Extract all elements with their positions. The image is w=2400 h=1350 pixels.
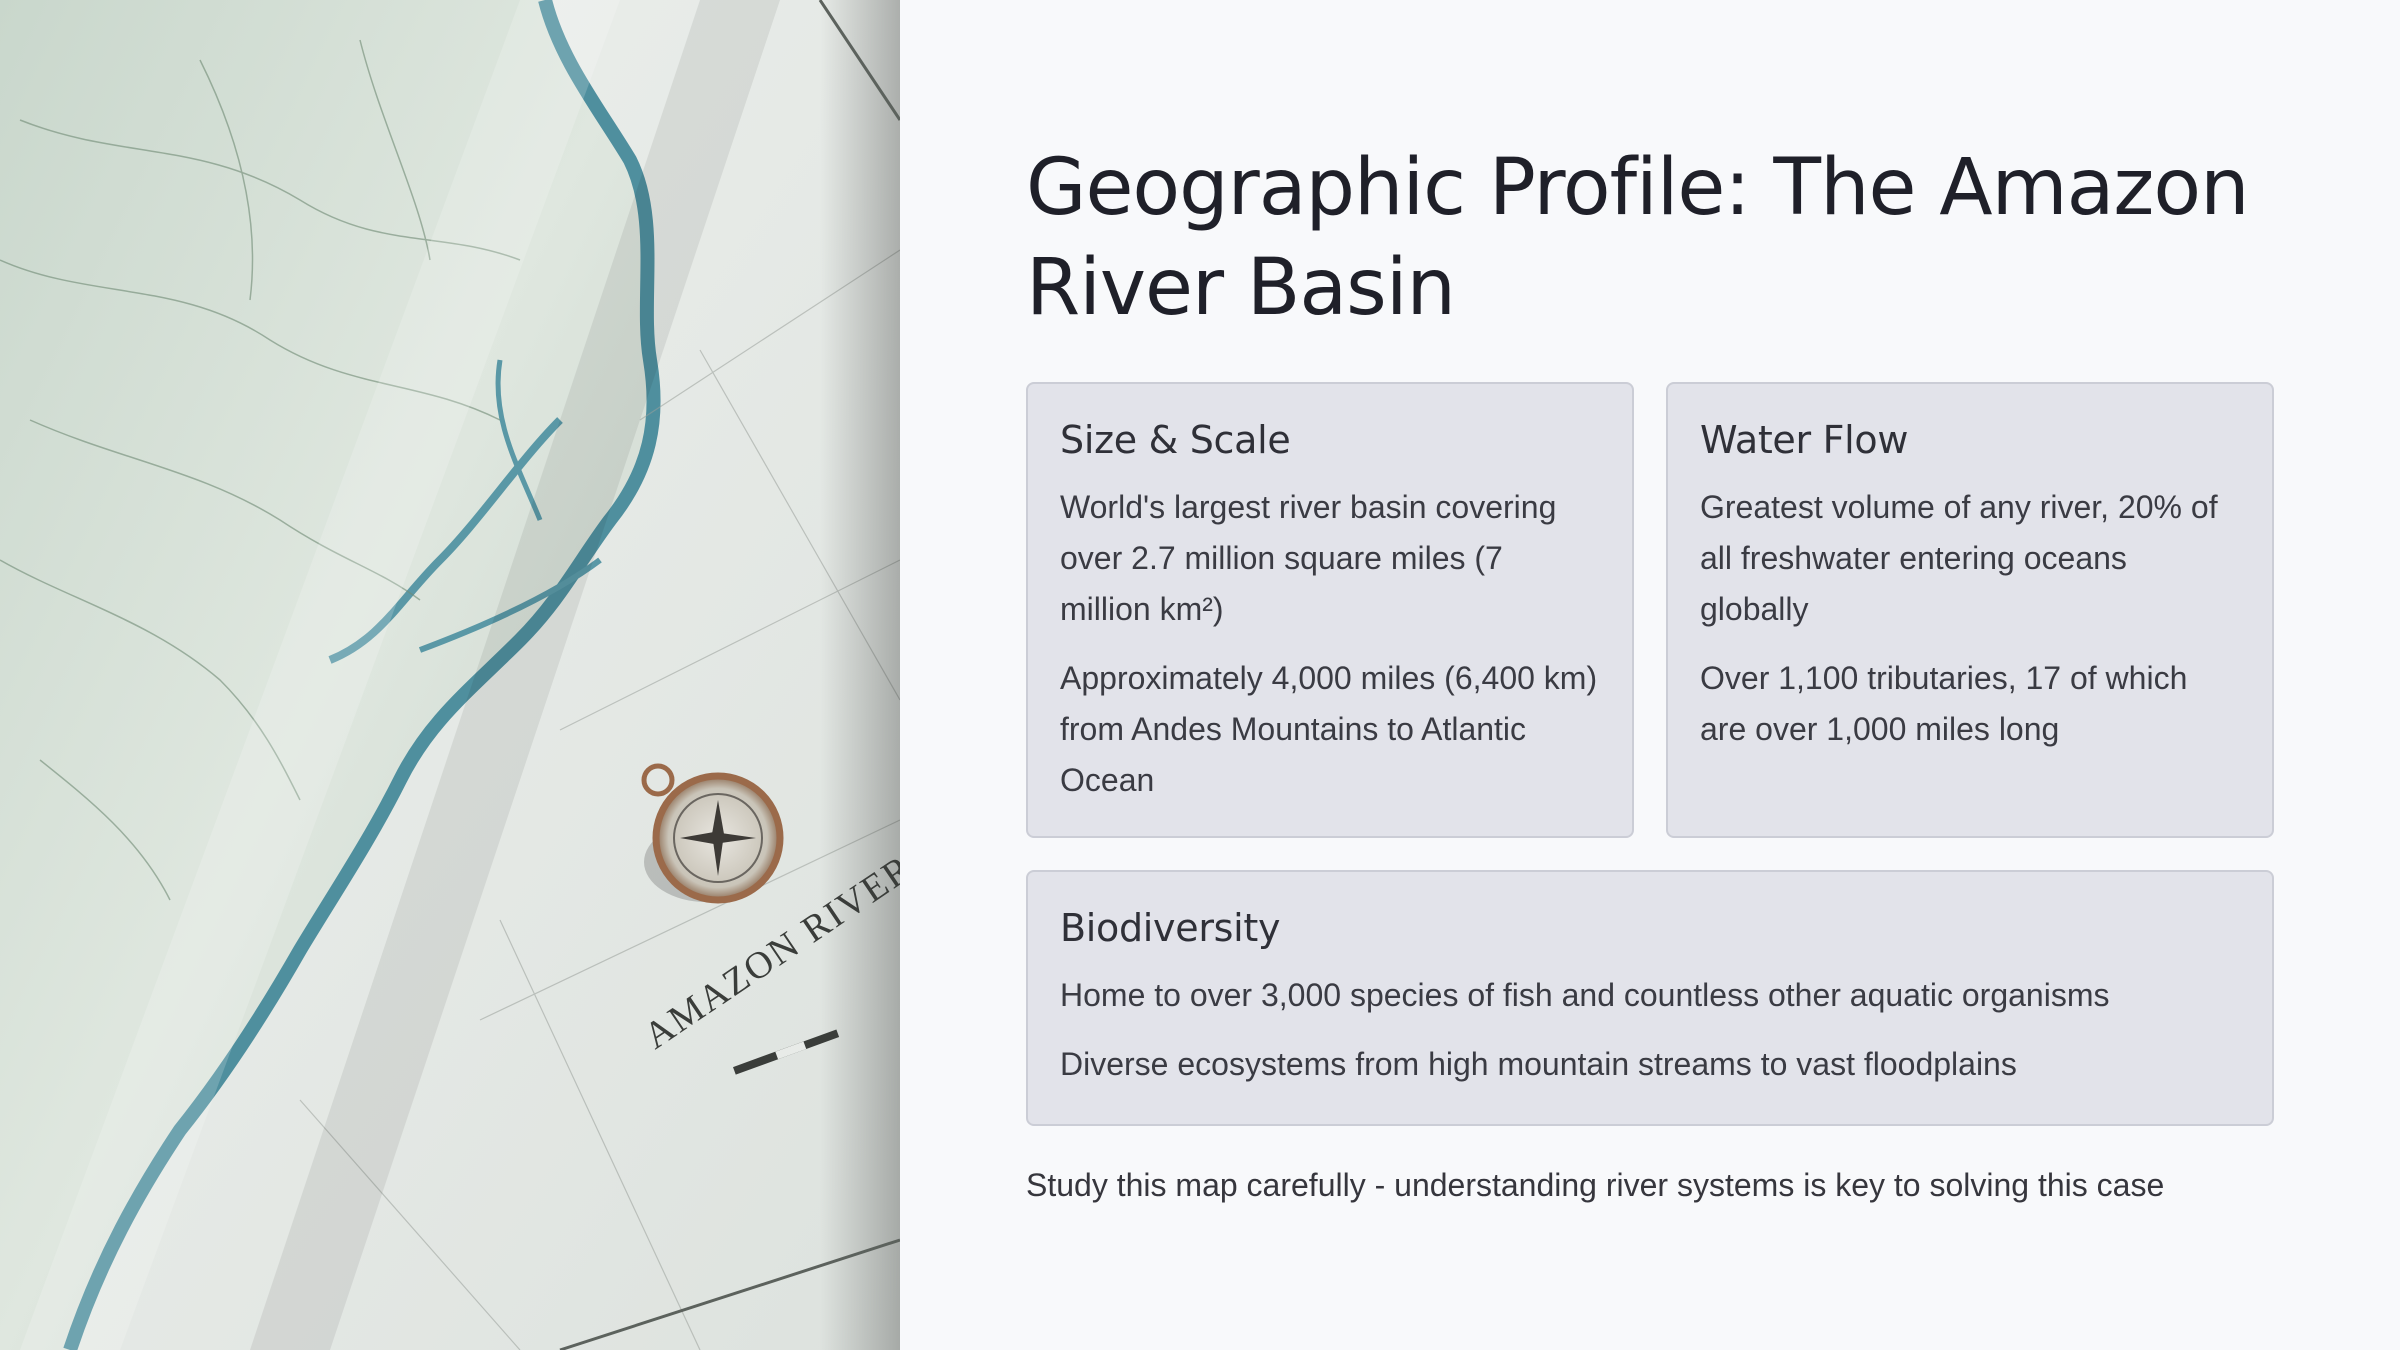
card-title: Water Flow — [1700, 418, 1909, 462]
page-title: Geographic Profile: The Amazon River Bas… — [1026, 143, 2250, 333]
size-scale-card: Size & Scale World's largest river basin… — [1026, 382, 1634, 838]
card-point: World's largest river basin covering ove… — [1060, 489, 1557, 627]
card-point: Home to over 3,000 species of fish and c… — [1060, 977, 2110, 1013]
card-title: Biodiversity — [1060, 906, 1281, 950]
footer-note: Study this map carefully - understanding… — [1026, 1167, 2165, 1203]
water-flow-card: Water Flow Greatest volume of any river,… — [1666, 382, 2274, 838]
biodiversity-card: Biodiversity Home to over 3,000 species … — [1026, 870, 2274, 1126]
card-title: Size & Scale — [1060, 418, 1291, 462]
card-point: Diverse ecosystems from high mountain st… — [1060, 1046, 2017, 1082]
card-point: Greatest volume of any river, 20% of all… — [1700, 489, 2218, 627]
card-point: Approximately 4,000 miles (6,400 km) fro… — [1060, 660, 1598, 798]
amazon-map-photo: AMAZON RIVER — [0, 0, 900, 1350]
slide-content: Geographic Profile: The Amazon River Bas… — [1026, 0, 2274, 1350]
card-point: Over 1,100 tributaries, 17 of which are … — [1700, 660, 2188, 747]
